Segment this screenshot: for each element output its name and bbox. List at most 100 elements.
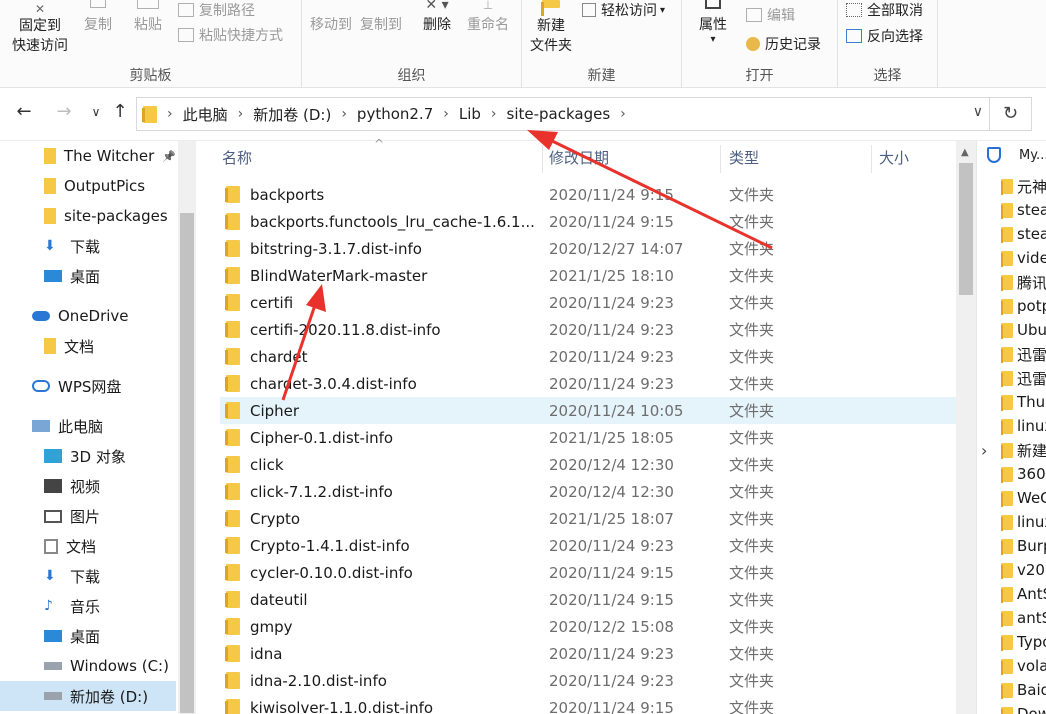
pin-icon[interactable]: 📌: [162, 150, 176, 163]
list-item[interactable]: vola: [1001, 654, 1046, 678]
table-row[interactable]: bitstring-3.1.7.dist-info 2020/12/27 14:0…: [220, 235, 956, 262]
rename-button[interactable]: ⊥ 重命名: [464, 0, 512, 35]
scrollbar-thumb[interactable]: [959, 163, 973, 295]
navigation-pane-scrollbar[interactable]: [178, 141, 196, 714]
table-row[interactable]: BlindWaterMark-master 2021/1/25 18:10 文件夹: [220, 262, 956, 289]
nav-item[interactable]: 图片: [0, 501, 176, 531]
column-divider[interactable]: [542, 145, 543, 173]
nav-item[interactable]: 此电脑: [0, 411, 176, 441]
list-item[interactable]: 元神: [1001, 174, 1046, 198]
breadcrumb-drive-d[interactable]: 新加卷 (D:): [253, 104, 331, 125]
nav-item[interactable]: 桌面: [0, 621, 176, 651]
breadcrumb-lib[interactable]: Lib: [459, 105, 481, 123]
nav-item[interactable]: The Witcher 📌: [0, 141, 176, 171]
table-row[interactable]: certifi 2020/11/24 9:23 文件夹: [220, 289, 956, 316]
chevron-right-icon[interactable]: ›: [341, 106, 347, 122]
table-row[interactable]: chardet 2020/11/24 9:23 文件夹: [220, 343, 956, 370]
table-row[interactable]: Cipher 2020/11/24 10:05 文件夹: [220, 397, 956, 424]
table-row[interactable]: kiwisolver-1.1.0.dist-info 2020/11/24 9:1…: [220, 694, 956, 714]
nav-item[interactable]: Windows (C:): [0, 651, 176, 681]
copy-to-button[interactable]: 复制到: [358, 0, 404, 35]
list-item[interactable]: 腾讯: [1001, 270, 1046, 294]
table-row[interactable]: gmpy 2020/12/2 15:08 文件夹: [220, 613, 956, 640]
column-divider[interactable]: [871, 145, 872, 173]
nav-item[interactable]: ♪ 音乐: [0, 591, 176, 621]
list-item[interactable]: v202: [1001, 558, 1046, 582]
list-item[interactable]: Dow: [1001, 702, 1046, 714]
list-item[interactable]: stea: [1001, 222, 1046, 246]
nav-item[interactable]: OneDrive: [0, 301, 176, 331]
table-row[interactable]: backports.functools_lru_cache-1.6.1.... 2…: [220, 208, 956, 235]
list-item[interactable]: AntS: [1001, 582, 1046, 606]
table-row[interactable]: certifi-2020.11.8.dist-info 2020/11/24 9:…: [220, 316, 956, 343]
paste-button[interactable]: 粘贴: [128, 0, 168, 35]
nav-item[interactable]: 视频: [0, 471, 176, 501]
table-row[interactable]: Crypto-1.4.1.dist-info 2020/11/24 9:23 文件夹: [220, 532, 956, 559]
properties-button[interactable]: 属性 ▾: [692, 0, 734, 45]
table-row[interactable]: Cipher-0.1.dist-info 2021/1/25 18:05 文件夹: [220, 424, 956, 451]
copy-path-button[interactable]: 复制路径: [178, 0, 255, 20]
table-row[interactable]: dateutil 2020/11/24 9:15 文件夹: [220, 586, 956, 613]
list-item[interactable]: vide: [1001, 246, 1046, 270]
table-row[interactable]: click 2020/12/4 12:30 文件夹: [220, 451, 956, 478]
paste-shortcut-button[interactable]: 粘贴快捷方式: [178, 25, 283, 45]
column-divider[interactable]: [720, 145, 721, 173]
nav-item[interactable]: 3D 对象: [0, 441, 176, 471]
table-row[interactable]: backports 2020/11/24 9:15 文件夹: [220, 181, 956, 208]
breadcrumb-site-packages[interactable]: site-packages: [507, 105, 611, 123]
chevron-right-icon[interactable]: ›: [443, 106, 449, 122]
address-bar[interactable]: › 此电脑 › 新加卷 (D:) › python2.7 › Lib › sit…: [136, 97, 990, 131]
table-row[interactable]: chardet-3.0.4.dist-info 2020/11/24 9:23 文件…: [220, 370, 956, 397]
list-item[interactable]: 360: [1001, 462, 1046, 486]
list-item[interactable]: stea: [1001, 198, 1046, 222]
invert-selection-button[interactable]: 反向选择: [846, 26, 923, 46]
nav-item[interactable]: site-packages: [0, 201, 176, 231]
table-row[interactable]: Crypto 2021/1/25 18:07 文件夹: [220, 505, 956, 532]
second-pane-header[interactable]: My...: [987, 147, 1046, 163]
chevron-right-icon[interactable]: ›: [981, 441, 987, 460]
list-item[interactable]: 新建: [1001, 438, 1046, 462]
list-item[interactable]: Baid: [1001, 678, 1046, 702]
list-item[interactable]: Ubu: [1001, 318, 1046, 342]
scroll-up-arrow-icon[interactable]: ▲: [961, 147, 969, 158]
up-arrow-icon[interactable]: ↑: [108, 101, 132, 122]
table-row[interactable]: cycler-0.10.0.dist-info 2020/11/24 9:15 文件…: [220, 559, 956, 586]
scrollbar-thumb[interactable]: [180, 213, 194, 713]
file-list-scrollbar[interactable]: ▲: [956, 141, 976, 714]
table-row[interactable]: idna 2020/11/24 9:23 文件夹: [220, 640, 956, 667]
column-header-name[interactable]: 名称: [222, 141, 252, 173]
list-item[interactable]: 迅雷: [1001, 342, 1046, 366]
pin-quick-access-button[interactable]: ✕ 固定到 快速访问: [8, 0, 72, 56]
chevron-right-icon[interactable]: ›: [238, 106, 244, 122]
new-folder-button[interactable]: 新建 文件夹: [526, 0, 576, 56]
history-button[interactable]: 历史记录: [746, 34, 821, 54]
nav-item[interactable]: ⬇ 下载: [0, 561, 176, 591]
column-header-date[interactable]: 修改日期: [549, 141, 609, 173]
list-item[interactable]: potp: [1001, 294, 1046, 318]
edit-button[interactable]: 编辑: [746, 5, 795, 25]
list-item[interactable]: WeC: [1001, 486, 1046, 510]
list-item[interactable]: 迅雷: [1001, 366, 1046, 390]
refresh-button[interactable]: ↻: [990, 97, 1032, 131]
nav-item[interactable]: ⬇ 下载: [0, 231, 176, 261]
breadcrumb-this-pc[interactable]: 此电脑: [183, 104, 228, 125]
list-item[interactable]: Typo: [1001, 630, 1046, 654]
list-item[interactable]: linux: [1001, 414, 1046, 438]
chevron-right-icon[interactable]: ›: [491, 106, 497, 122]
table-row[interactable]: idna-2.10.dist-info 2020/11/24 9:23 文件夹: [220, 667, 956, 694]
nav-item[interactable]: WPS网盘: [0, 371, 176, 401]
nav-item[interactable]: 文档: [0, 331, 176, 361]
column-header-size[interactable]: 大小: [879, 141, 909, 173]
list-item[interactable]: antS: [1001, 606, 1046, 630]
delete-button[interactable]: ✕ ▾ 删除: [420, 0, 454, 35]
nav-item[interactable]: 桌面: [0, 261, 176, 291]
recent-locations-chevron-icon[interactable]: ∨: [84, 105, 108, 119]
breadcrumb-python27[interactable]: python2.7: [357, 105, 433, 123]
nav-item[interactable]: 新加卷 (D:): [0, 681, 176, 711]
back-arrow-icon[interactable]: ←: [12, 101, 36, 122]
list-item[interactable]: Thur: [1001, 390, 1046, 414]
table-row[interactable]: click-7.1.2.dist-info 2020/12/4 12:30 文件夹: [220, 478, 956, 505]
move-to-button[interactable]: 移动到: [308, 0, 354, 35]
easy-access-button[interactable]: 轻松访问 ▾: [582, 0, 665, 20]
address-dropdown-chevron-icon[interactable]: ∨: [973, 104, 983, 120]
